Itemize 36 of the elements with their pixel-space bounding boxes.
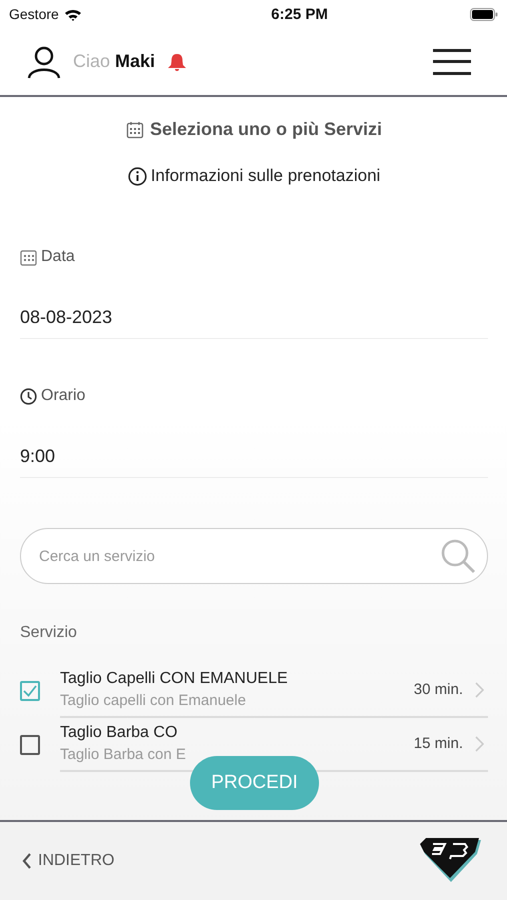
battery-icon [470, 8, 498, 20]
back-button[interactable]: INDIETRO [22, 852, 114, 870]
page-title: Seleziona uno o più Servizi [150, 119, 382, 140]
status-time: 6:25 PM [271, 6, 328, 22]
chevron-icon [475, 682, 484, 698]
greeting-text: Ciao [73, 51, 110, 72]
user-name: Maki [115, 51, 156, 72]
service-name: Taglio Capelli CON EMANUELE [60, 670, 289, 688]
search-field[interactable]: Cerca un servizio [20, 528, 488, 584]
field-label: Orario [41, 387, 86, 405]
shield-logo-icon [419, 838, 483, 884]
chevron-left-icon [22, 853, 32, 869]
service-name: Taglio Barba CO [60, 724, 178, 742]
service-description: Taglio capelli con Emanuele [60, 692, 247, 709]
chevron-icon [475, 736, 484, 752]
info-link[interactable]: Informazioni sulle prenotazioni [150, 166, 380, 186]
time-field[interactable]: 9:00 [20, 405, 488, 478]
carrier-name: Gestore [9, 6, 59, 22]
service-duration: 15 min. [414, 735, 463, 752]
field-label: Data [41, 248, 75, 266]
user-icon [27, 44, 61, 78]
clock-icon [20, 388, 37, 404]
bell-icon [167, 52, 188, 72]
calendar-icon [126, 120, 144, 138]
search-icon [440, 538, 476, 574]
section-label: Servizio [20, 624, 78, 642]
checkbox[interactable] [20, 735, 40, 755]
service-description: Taglio Barba con E [60, 746, 187, 763]
checkmark-icon [22, 684, 38, 698]
info-icon [128, 166, 147, 186]
menu-button[interactable] [433, 48, 471, 74]
checkbox[interactable] [20, 681, 40, 701]
wifi-icon [64, 8, 82, 20]
service-duration: 30 min. [414, 681, 463, 698]
date-field[interactable]: 08-08-2023 [20, 266, 488, 339]
calendar-icon [20, 248, 37, 266]
